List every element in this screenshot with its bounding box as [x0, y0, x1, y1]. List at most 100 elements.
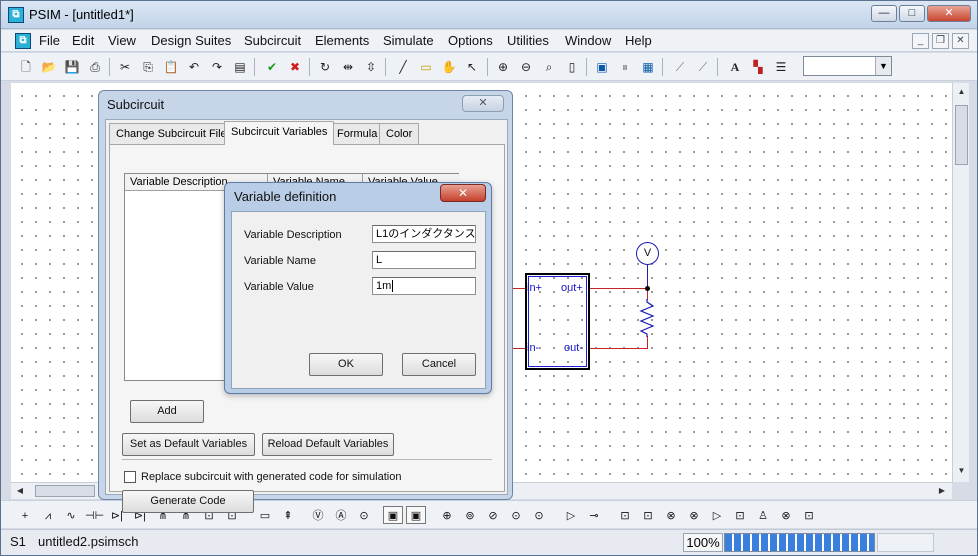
menu-file[interactable]: File	[39, 33, 60, 48]
color-icon[interactable]: ▚	[748, 57, 768, 77]
zoom-out-icon[interactable]: ⊖	[516, 57, 536, 77]
block-pi-icon[interactable]: ⊡	[638, 506, 658, 524]
wire-icon[interactable]: ╱	[393, 57, 413, 77]
variable-description-input[interactable]: L1のインダクタンス	[372, 225, 476, 243]
horizontal-scroll-thumb[interactable]	[35, 485, 95, 497]
list-icon[interactable]: ☰	[771, 57, 791, 77]
add-button[interactable]: Add	[130, 400, 204, 423]
tab-change-subcircuit-file[interactable]: Change Subcircuit File	[109, 123, 234, 144]
scope2-icon[interactable]: ▣	[406, 506, 426, 524]
psim-app-icon[interactable]: ⧉	[8, 7, 24, 23]
cross-icon[interactable]: ✖	[285, 57, 305, 77]
label-element-icon[interactable]: ⊗	[776, 506, 796, 524]
mdi-restore-button[interactable]: ❐	[932, 33, 949, 49]
misc-element-icon[interactable]: ⊡	[799, 506, 819, 524]
menu-utilities[interactable]: Utilities	[507, 33, 549, 48]
pan-icon[interactable]: ✋	[439, 57, 459, 77]
probe-element-icon[interactable]: ⇞	[278, 506, 298, 524]
scope-icon[interactable]: ▣	[383, 506, 403, 524]
close-button[interactable]: ✕	[927, 5, 971, 22]
probe2-icon[interactable]: ⟋	[693, 57, 713, 77]
flip-tb-icon[interactable]: ⇳	[361, 57, 381, 77]
scroll-down-icon[interactable]: ▼	[955, 464, 968, 478]
cancel-button[interactable]: Cancel	[402, 353, 476, 376]
menu-help[interactable]: Help	[625, 33, 652, 48]
menu-view[interactable]: View	[108, 33, 136, 48]
paste-icon[interactable]: 📋	[161, 57, 181, 77]
variable-name-input[interactable]: L	[372, 251, 476, 269]
menu-edit[interactable]: Edit	[72, 33, 94, 48]
zoom-fit-icon[interactable]: ⌕	[539, 57, 559, 77]
label-icon[interactable]: ▭	[416, 57, 436, 77]
run-icon[interactable]: ▣	[592, 57, 612, 77]
vertical-scrollbar[interactable]: ▲ ▼	[952, 83, 969, 482]
squarewave-icon[interactable]: ⊙	[506, 506, 526, 524]
menu-window[interactable]: Window	[565, 33, 611, 48]
vertical-scroll-thumb[interactable]	[955, 105, 968, 165]
maximize-button[interactable]: □	[899, 5, 925, 22]
voltmeter-element-icon[interactable]: Ⓥ	[308, 506, 328, 524]
mdi-close-button[interactable]: ✕	[952, 33, 969, 49]
menu-elements[interactable]: Elements	[315, 33, 369, 48]
clipboard-icon[interactable]: ▤	[230, 57, 250, 77]
probe-icon[interactable]: ⟋	[670, 57, 690, 77]
select-icon[interactable]: ↖	[462, 57, 482, 77]
voltmeter-probe[interactable]: V	[636, 242, 659, 265]
page-icon[interactable]: ▯	[562, 57, 582, 77]
acsource-icon[interactable]: ⊚	[460, 506, 480, 524]
isource-icon[interactable]: ⊘	[483, 506, 503, 524]
node-icon[interactable]: ♙	[753, 506, 773, 524]
replace-subcircuit-checkbox[interactable]	[124, 471, 136, 483]
scroll-up-icon[interactable]: ▲	[955, 85, 968, 99]
minimize-button[interactable]: —	[871, 5, 897, 22]
simview-icon[interactable]: ▦	[638, 57, 658, 77]
resistor-icon[interactable]: ⩘	[38, 506, 58, 524]
text-icon[interactable]: A	[725, 57, 745, 77]
ground-icon[interactable]: +	[15, 506, 35, 524]
chevron-down-icon[interactable]: ▼	[875, 57, 891, 75]
print-icon[interactable]: ⎙	[85, 57, 105, 77]
opamp-icon[interactable]: ▷	[707, 506, 727, 524]
gating-icon[interactable]: ⊸	[584, 506, 604, 524]
ok-button[interactable]: OK	[309, 353, 383, 376]
tab-color[interactable]: Color	[379, 123, 420, 144]
block-k-icon[interactable]: ⊡	[615, 506, 635, 524]
save-icon[interactable]: 💾	[62, 57, 82, 77]
reload-default-variables-button[interactable]: Reload Default Variables	[262, 433, 394, 456]
triangle-icon[interactable]: ⊙	[529, 506, 549, 524]
open-icon[interactable]: 📂	[39, 57, 59, 77]
tab-formula[interactable]: Formula	[330, 123, 385, 144]
zoom-in-icon[interactable]: ⊕	[493, 57, 513, 77]
copy-icon[interactable]: ⎘	[138, 57, 158, 77]
flip-lr-icon[interactable]: ⇹	[338, 57, 358, 77]
cut-icon[interactable]: ✂	[115, 57, 135, 77]
comparator-icon[interactable]: ▷	[561, 506, 581, 524]
summer-icon[interactable]: ⊗	[661, 506, 681, 524]
redo-icon[interactable]: ↷	[207, 57, 227, 77]
battery-icon[interactable]: ▭	[255, 506, 275, 524]
vsource-icon[interactable]: ⊕	[437, 506, 457, 524]
limiter-icon[interactable]: ⊡	[730, 506, 750, 524]
undo-icon[interactable]: ↶	[184, 57, 204, 77]
scroll-left-icon[interactable]: ◀	[13, 484, 27, 498]
set-default-variables-button[interactable]: Set as Default Variables	[122, 433, 255, 456]
pause-icon[interactable]: ⏸	[615, 57, 635, 77]
new-icon[interactable]: 🗋	[16, 57, 36, 77]
ammeter-element-icon[interactable]: Ⓐ	[331, 506, 351, 524]
inductor-icon[interactable]: ∿	[61, 506, 81, 524]
variable-definition-close-button[interactable]: ✕	[440, 184, 486, 202]
rotate-icon[interactable]: ↻	[315, 57, 335, 77]
document-icon[interactable]: ⧉	[15, 33, 31, 49]
generate-code-button[interactable]: Generate Code	[122, 490, 254, 513]
mdi-minimize-button[interactable]: _	[912, 33, 929, 49]
multiplier-icon[interactable]: ⊗	[684, 506, 704, 524]
resistor-symbol[interactable]	[639, 299, 657, 337]
variable-value-input[interactable]: 1m	[372, 277, 476, 295]
menu-design-suites[interactable]: Design Suites	[151, 33, 231, 48]
menu-options[interactable]: Options	[448, 33, 493, 48]
subcircuit-dialog-close-button[interactable]: ✕	[462, 95, 504, 112]
capacitor-icon[interactable]: ⊣⊢	[84, 506, 104, 524]
scroll-right-icon[interactable]: ▶	[935, 484, 949, 498]
menu-simulate[interactable]: Simulate	[383, 33, 434, 48]
toolbar-combo[interactable]: ▼	[803, 56, 892, 76]
